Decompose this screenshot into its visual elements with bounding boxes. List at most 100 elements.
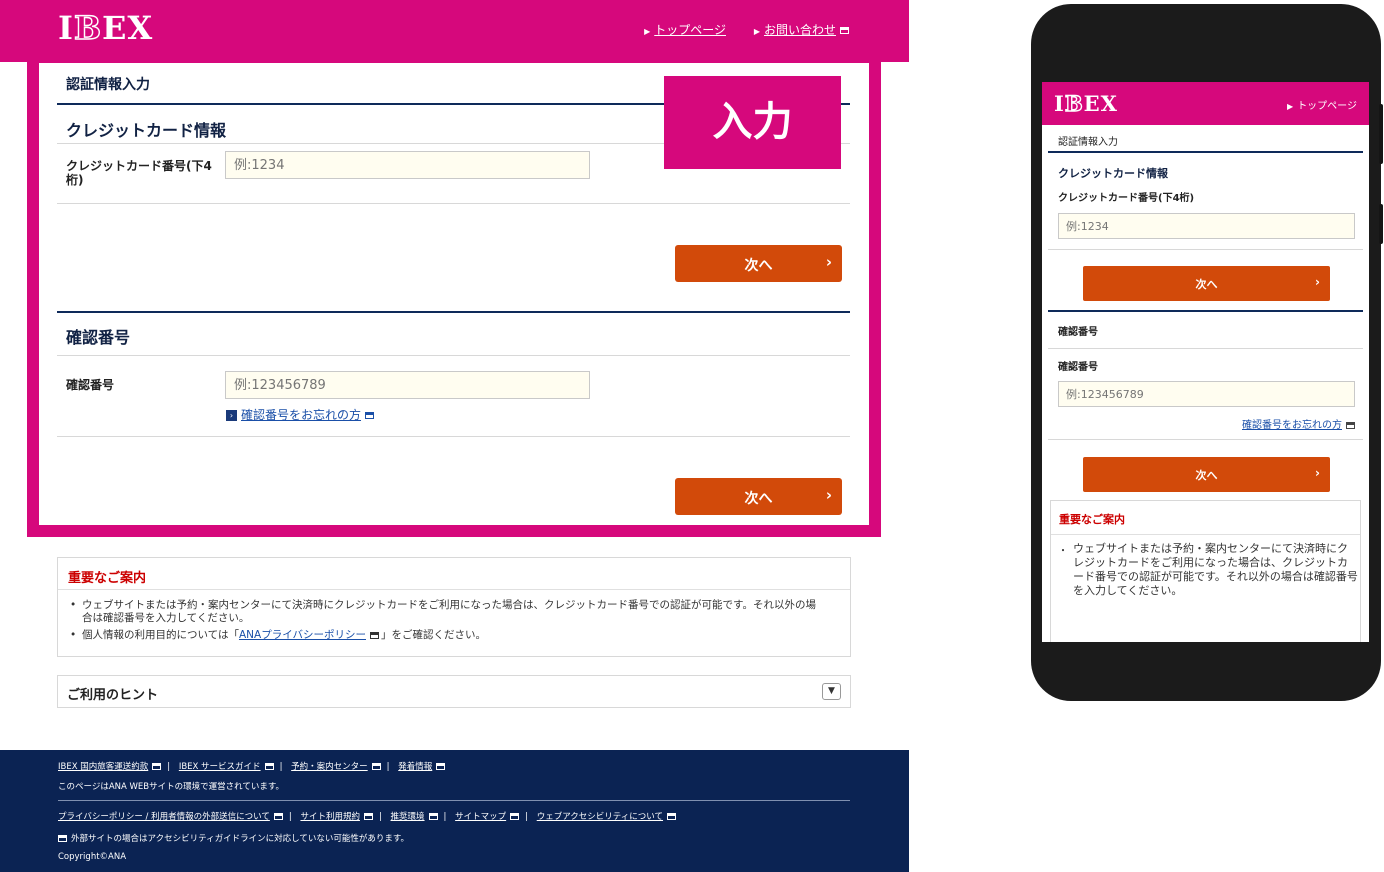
forgot-confirmation-link[interactable]: › 確認番号をお忘れの方	[226, 406, 375, 423]
notice-item: 個人情報の利用目的については「ANAプライバシーポリシー 」をご確認ください。	[68, 629, 843, 642]
divider	[1048, 439, 1363, 440]
separator: |	[386, 762, 390, 772]
mobile-confirmation-input[interactable]	[1058, 381, 1355, 407]
credit-card-last4-input[interactable]	[225, 151, 590, 179]
footer-link-site-terms[interactable]: サイト利用規約	[300, 812, 360, 822]
phone-side-button	[1379, 204, 1383, 244]
footer-link-recommended-env[interactable]: 推奨環境	[391, 812, 425, 822]
chevron-down-icon[interactable]: ▼	[822, 683, 841, 700]
divider	[1048, 249, 1363, 250]
usage-hints-title: ご利用のヒント	[67, 688, 159, 703]
credit-card-label-line1: クレジットカード番号(下4	[66, 159, 212, 173]
privacy-policy-link[interactable]: ANAプライバシーポリシー	[239, 629, 366, 641]
arrow-right-icon: ▶	[753, 27, 760, 36]
logo-letter-i: I	[58, 9, 74, 47]
external-window-icon	[58, 835, 67, 842]
divider	[57, 355, 850, 356]
notice-item2-post: 」をご確認ください。	[381, 629, 486, 641]
divider	[57, 436, 850, 437]
footer-link-privacy[interactable]: プライバシーポリシー / 利用者情報の外部送信について	[58, 812, 270, 822]
next-button-confirm[interactable]: 次へ ›	[675, 478, 842, 515]
bullet: ・	[1058, 546, 1068, 557]
mobile-confirm-title: 確認番号	[1058, 327, 1098, 338]
footer-links-secondary: プライバシーポリシー / 利用者情報の外部送信について | サイト利用規約 | 推奨…	[58, 810, 677, 822]
external-window-icon	[371, 763, 381, 770]
confirmation-section-title: 確認番号	[66, 328, 131, 347]
external-window-icon	[510, 813, 520, 820]
confirmation-number-input[interactable]	[225, 371, 590, 399]
divider	[57, 203, 850, 204]
top-page-link-text[interactable]: トップページ	[1297, 101, 1357, 112]
ibex-logo[interactable]: IBEX	[1054, 90, 1118, 116]
footer-link-sitemap[interactable]: サイトマップ	[455, 812, 506, 822]
mobile-top-page-link[interactable]: ▶ トップページ	[1287, 97, 1357, 112]
notice-item1-line2: 合は確認番号を入力してください。	[82, 612, 250, 624]
mobile-important-notice: 重要なご案内 ・ ウェブサイトまたは予約・案内センターにて決済時にクレジットカー…	[1050, 500, 1361, 642]
footer-link-flight-info[interactable]: 発着情報	[398, 762, 432, 772]
chevron-right-icon: ›	[825, 486, 832, 504]
contact-link[interactable]: お問い合わせ	[764, 23, 836, 37]
notice-item1-line1: ウェブサイトまたは予約・案内センターにて決済時にクレジットカードをご利用になった…	[82, 599, 816, 611]
external-window-icon	[428, 813, 438, 820]
footer-link-reservation-center[interactable]: 予約・案内センター	[291, 762, 368, 772]
external-window-icon	[840, 27, 849, 34]
copyright: Copyright©ANA	[58, 852, 127, 862]
chevron-right-icon: ›	[1315, 275, 1320, 289]
divider	[58, 589, 850, 590]
input-badge: 入力	[664, 76, 841, 169]
credit-card-label-line2: 桁)	[66, 173, 84, 187]
credit-card-label: クレジットカード番号(下4 桁)	[66, 159, 212, 187]
footer-link-carriage-terms[interactable]: IBEX 国内旅客運送約款	[58, 762, 148, 772]
separator: |	[443, 812, 447, 822]
desktop-view: IBEX ▶ トップページ ▶ お問い合わせ 認証情報入力 クレジットカード情報 ク…	[0, 0, 910, 872]
footer-links-primary: IBEX 国内旅客運送約款 | IBEX サービスガイド | 予約・案内センター | …	[58, 760, 446, 772]
next-button-label: 次へ	[744, 491, 773, 507]
usage-hints-accordion[interactable]: ご利用のヒント ▼	[57, 675, 851, 708]
separator: |	[525, 812, 529, 822]
site-footer: IBEX 国内旅客運送約款 | IBEX サービスガイド | 予約・案内センター | …	[0, 750, 909, 872]
external-window-icon	[152, 763, 162, 770]
footer-link-accessibility[interactable]: ウェブアクセシビリティについて	[537, 812, 663, 822]
chevron-right-icon: ›	[1315, 466, 1320, 480]
logo-letter-i: I	[1054, 91, 1065, 116]
divider	[1051, 534, 1360, 535]
mobile-credit-card-input[interactable]	[1058, 213, 1355, 239]
top-page-link[interactable]: トップページ	[654, 23, 726, 37]
important-notice: 重要なご案内 ウェブサイトまたは予約・案内センターにて決済時にクレジットカードを…	[57, 557, 851, 657]
next-button-label: 次へ	[1195, 469, 1218, 482]
divider	[1048, 348, 1363, 349]
divider	[1048, 151, 1363, 153]
credit-card-section-title: クレジットカード情報	[66, 121, 227, 140]
separator: |	[288, 812, 292, 822]
external-note-text: 外部サイトの場合はアクセシビリティガイドラインに対応していない可能性があります。	[71, 834, 409, 844]
forgot-link-text[interactable]: 確認番号をお忘れの方	[241, 408, 361, 422]
divider	[1048, 310, 1363, 312]
forgot-link-text[interactable]: 確認番号をお忘れの方	[1242, 420, 1342, 431]
divider	[58, 800, 850, 801]
divider	[57, 311, 850, 313]
footer-link-service-guide[interactable]: IBEX サービスガイド	[179, 762, 261, 772]
separator: |	[279, 762, 283, 772]
header-links: ▶ トップページ ▶ お問い合わせ	[644, 21, 849, 38]
external-window-icon	[264, 763, 274, 770]
external-window-icon	[273, 813, 283, 820]
logo-letters-ex: EX	[1083, 91, 1118, 116]
ibex-logo[interactable]: IBEX	[58, 8, 153, 47]
mobile-next-button-credit[interactable]: 次へ ›	[1083, 266, 1330, 301]
mobile-forgot-link[interactable]: 確認番号をお忘れの方	[1242, 416, 1355, 431]
mobile-next-button-confirm[interactable]: 次へ ›	[1083, 457, 1330, 492]
mobile-header: IBEX ▶ トップページ	[1042, 82, 1369, 125]
separator: |	[167, 762, 171, 772]
mobile-page-title: 認証情報入力	[1058, 137, 1118, 148]
mobile-confirm-label: 確認番号	[1058, 362, 1098, 373]
next-button-credit[interactable]: 次へ ›	[675, 245, 842, 282]
arrow-right-icon: ›	[226, 410, 237, 421]
mobile-credit-label: クレジットカード番号(下4桁)	[1058, 193, 1195, 204]
notice-item2-pre: 個人情報の利用目的については「	[82, 629, 239, 641]
notice-heading: 重要なご案内	[1059, 513, 1125, 526]
external-window-icon	[365, 412, 375, 419]
external-window-icon	[1346, 421, 1355, 429]
mobile-credit-title: クレジットカード情報	[1058, 167, 1168, 180]
arrow-right-icon: ▶	[644, 27, 651, 36]
separator: |	[378, 812, 382, 822]
